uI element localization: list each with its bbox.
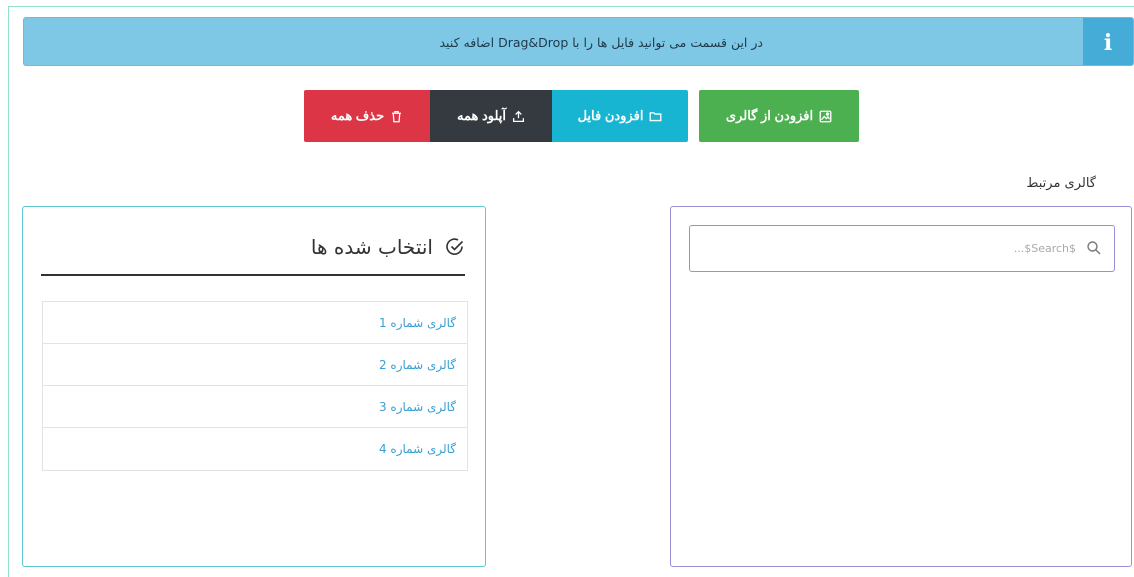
add-from-gallery-label: افزودن از گالری: [725, 108, 814, 123]
title-divider: [41, 274, 465, 276]
list-item[interactable]: گالری شماره 1: [43, 302, 467, 344]
search-input[interactable]: [716, 226, 1076, 271]
search-box: [689, 225, 1115, 272]
related-gallery-panel: [670, 206, 1132, 567]
image-icon: [819, 110, 832, 122]
list-item[interactable]: گالری شماره 3: [43, 386, 467, 428]
list-item[interactable]: گالری شماره 2: [43, 344, 467, 386]
info-alert: در این قسمت می توانید فایل ها را با Drag…: [23, 17, 1134, 66]
selected-title-text: انتخاب شده ها: [310, 235, 433, 259]
add-file-label: افزودن فایل: [577, 108, 644, 123]
upload-icon: [512, 110, 525, 122]
upload-all-label: آپلود همه: [457, 108, 506, 123]
delete-all-label: حذف همه: [330, 108, 385, 123]
add-file-button[interactable]: افزودن فایل: [552, 90, 688, 142]
upload-all-button[interactable]: آپلود همه: [430, 90, 552, 142]
check-circle-icon: [446, 238, 464, 255]
trash-icon: [392, 110, 402, 122]
search-icon: [1087, 241, 1101, 255]
alert-message: در این قسمت می توانید فایل ها را با Drag…: [439, 35, 764, 50]
selected-list: گالری شماره 1 گالری شماره 2 گالری شماره …: [42, 301, 468, 471]
selected-title: انتخاب شده ها: [311, 235, 465, 259]
list-item[interactable]: گالری شماره 4: [43, 428, 467, 470]
info-icon: i: [1083, 18, 1133, 65]
add-from-gallery-button[interactable]: افزودن از گالری: [699, 90, 859, 142]
folder-icon: [650, 111, 662, 121]
selected-panel: انتخاب شده ها گالری شماره 1 گالری شماره …: [22, 206, 486, 567]
delete-all-button[interactable]: حذف همه: [304, 90, 430, 142]
related-gallery-label: گالری مرتبط: [1026, 176, 1096, 191]
